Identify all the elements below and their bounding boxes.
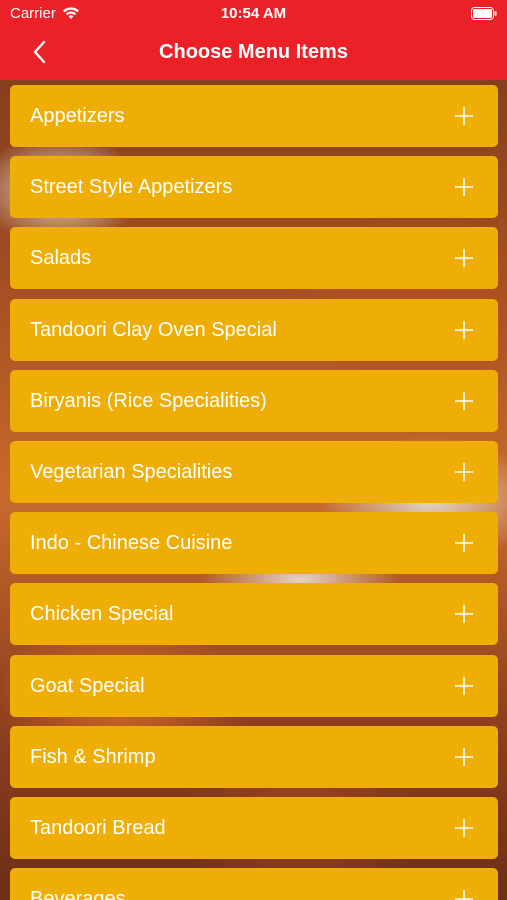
menu-category-label: Biryanis (Rice Specialities) [30,389,267,412]
menu-category-label: Salads [30,247,92,270]
menu-category-label: Street Style Appetizers [30,176,233,199]
menu-category-tandoori-bread[interactable]: Tandoori Bread [10,796,498,859]
menu-category-label: Chicken Special [30,603,174,626]
menu-category-street-style-appetizers[interactable]: Street Style Appetizers [10,156,498,219]
menu-category-tandoori-clay-oven-special[interactable]: Tandoori Clay Oven Special [10,298,498,361]
menu-category-beverages[interactable]: Beverages [10,868,498,900]
screen: Carrier 10:54 AM Choose Menu Items Appet… [0,0,507,900]
plus-icon[interactable] [454,818,474,838]
menu-category-label: Goat Special [30,674,145,697]
page-title: Choose Menu Items [159,41,348,63]
plus-icon[interactable] [454,248,474,268]
menu-category-salads[interactable]: Salads [10,227,498,290]
plus-icon[interactable] [454,747,474,767]
status-bar: Carrier 10:54 AM [0,0,507,28]
menu-category-label: Indo - Chinese Cuisine [30,532,233,555]
plus-icon[interactable] [454,320,474,340]
menu-category-appetizers[interactable]: Appetizers [10,85,498,147]
plus-icon[interactable] [454,676,474,696]
menu-category-label: Tandoori Clay Oven Special [30,318,277,341]
menu-category-vegetarian-specialities[interactable]: Vegetarian Specialities [10,440,498,503]
menu-category-label: Tandoori Bread [30,816,166,839]
menu-category-label: Beverages [30,888,126,900]
menu-category-label: Fish & Shrimp [30,745,156,768]
menu-category-label: Appetizers [30,105,125,127]
plus-icon[interactable] [454,604,474,624]
menu-category-label: Vegetarian Specialities [30,460,233,483]
menu-category-chicken-special[interactable]: Chicken Special [10,583,498,646]
plus-icon[interactable] [454,106,474,126]
status-time: 10:54 AM [220,5,287,22]
battery-icon [471,7,497,20]
plus-icon[interactable] [454,391,474,411]
plus-icon[interactable] [454,889,474,900]
menu-category-indo-chinese-cuisine[interactable]: Indo - Chinese Cuisine [10,512,498,575]
menu-category-list: Appetizers Street Style Appetizers Salad… [10,85,498,900]
menu-category-goat-special[interactable]: Goat Special [10,654,498,717]
plus-icon[interactable] [454,533,474,553]
plus-icon[interactable] [454,462,474,482]
menu-category-biryanis[interactable]: Biryanis (Rice Specialities) [10,369,498,432]
menu-category-fish-shrimp[interactable]: Fish & Shrimp [10,725,498,788]
plus-icon[interactable] [454,177,474,197]
navigation-bar: Choose Menu Items [0,28,507,80]
